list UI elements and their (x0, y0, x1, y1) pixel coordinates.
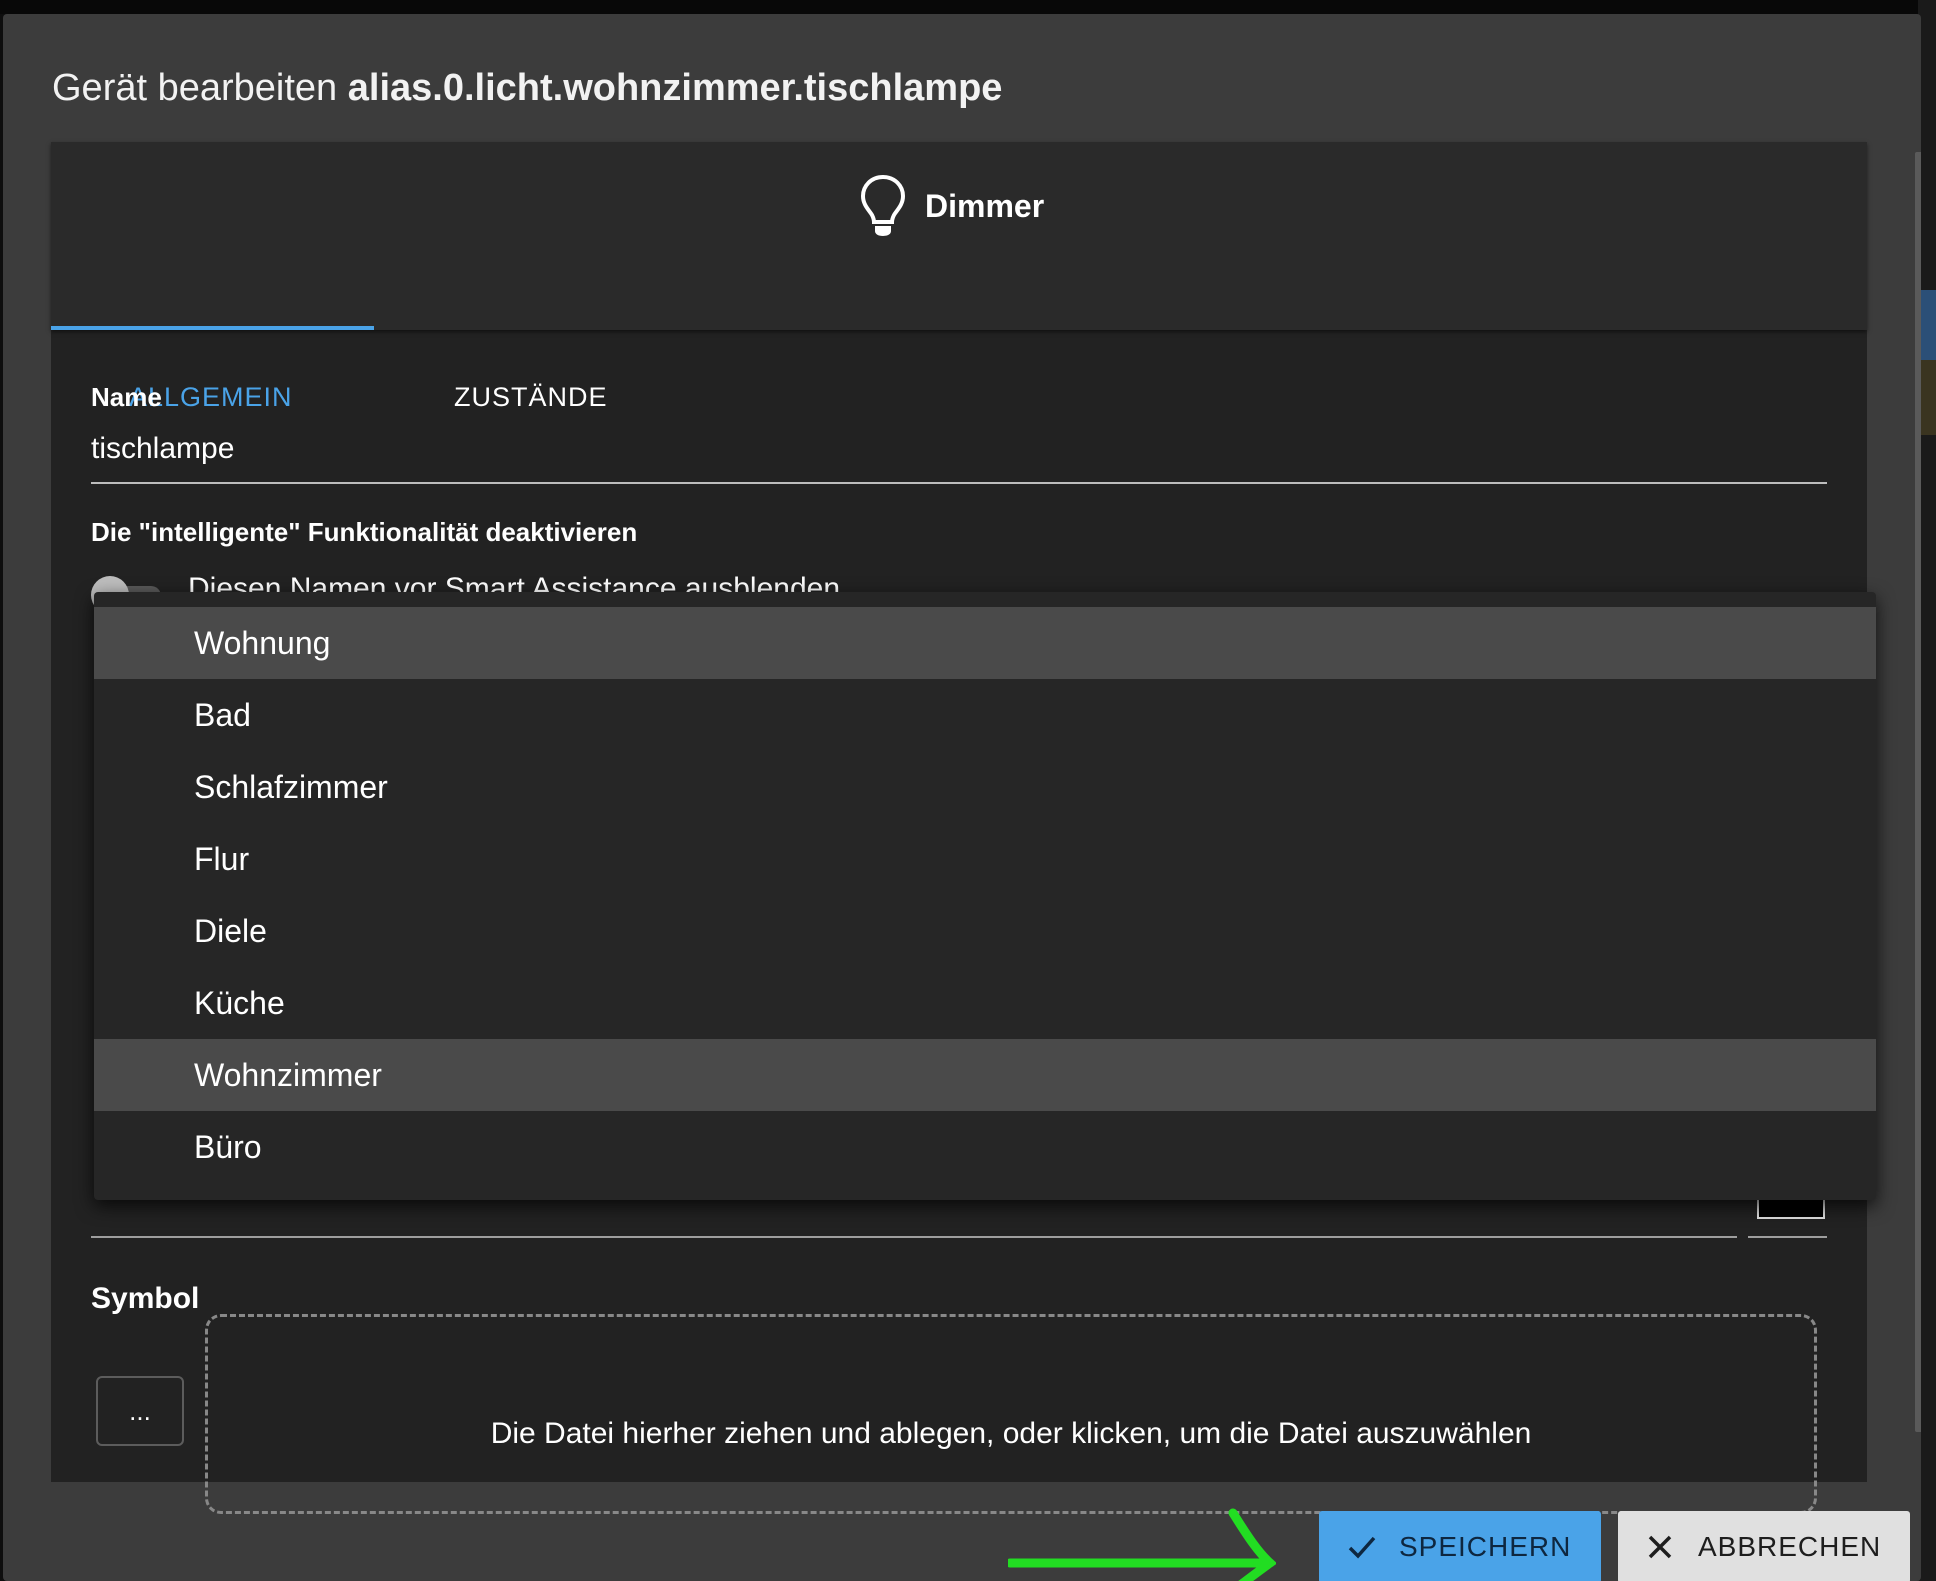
dropdown-item-schlafzimmer[interactable]: Schlafzimmer (94, 751, 1876, 823)
save-button[interactable]: SPEICHERN (1319, 1511, 1601, 1581)
cancel-button[interactable]: ABBRECHEN (1618, 1511, 1910, 1581)
file-dropzone[interactable]: Die Datei hierher ziehen und ablegen, od… (205, 1314, 1817, 1514)
dropdown-item-flur[interactable]: Flur (94, 823, 1876, 895)
name-input[interactable]: tischlampe (91, 432, 234, 466)
device-type: Dimmer (859, 174, 1044, 238)
annotation-arrow-icon (1008, 1508, 1276, 1581)
room-select-underline (91, 1236, 1737, 1238)
device-type-label: Dimmer (925, 187, 1045, 224)
symbol-label: Symbol (91, 1282, 200, 1315)
name-label: Name (91, 382, 162, 412)
dropzone-text: Die Datei hierher ziehen und ablegen, od… (490, 1417, 1532, 1450)
room-dropdown-menu: Wohnung Bad Schlafzimmer Flur Diele Küch… (94, 592, 1876, 1200)
dialog-scrollbar[interactable] (1915, 152, 1921, 1432)
dialog-title-prefix: Gerät bearbeiten (52, 67, 338, 109)
device-header: Dimmer ALLGEMEIN ZUSTÄNDE (51, 142, 1867, 412)
color-swatch[interactable] (1757, 1197, 1825, 1219)
edit-device-dialog: Gerät bearbeiten alias.0.licht.wohnzimme… (3, 14, 1921, 1581)
dropdown-item-diele[interactable]: Diele (94, 895, 1876, 967)
close-icon (1648, 1535, 1672, 1559)
dropdown-item-kueche[interactable]: Küche (94, 967, 1876, 1039)
dropdown-item-bad[interactable]: Bad (94, 679, 1876, 751)
check-icon (1348, 1536, 1376, 1559)
name-input-underline (91, 482, 1827, 484)
backdrop (0, 0, 1936, 14)
dropdown-item-buero[interactable]: Büro (94, 1111, 1876, 1183)
tab-zustaende[interactable]: ZUSTÄNDE (454, 382, 608, 413)
dropdown-item-wohnung[interactable]: Wohnung (94, 607, 1876, 679)
smart-functionality-label: Die "intelligente" Funktionalität deakti… (91, 517, 638, 547)
lightbulb-icon (860, 174, 906, 236)
color-field-underline (1748, 1236, 1827, 1238)
symbol-browse-button[interactable]: ... (96, 1376, 184, 1446)
cancel-button-label: ABBRECHEN (1698, 1531, 1882, 1562)
dialog-title: Gerät bearbeiten alias.0.licht.wohnzimme… (52, 67, 1002, 110)
active-tab-indicator (51, 326, 374, 330)
save-button-label: SPEICHERN (1399, 1531, 1572, 1562)
device-id: alias.0.licht.wohnzimmer.tischlampe (347, 67, 1003, 109)
dropdown-item-wohnzimmer[interactable]: Wohnzimmer (94, 1039, 1876, 1111)
